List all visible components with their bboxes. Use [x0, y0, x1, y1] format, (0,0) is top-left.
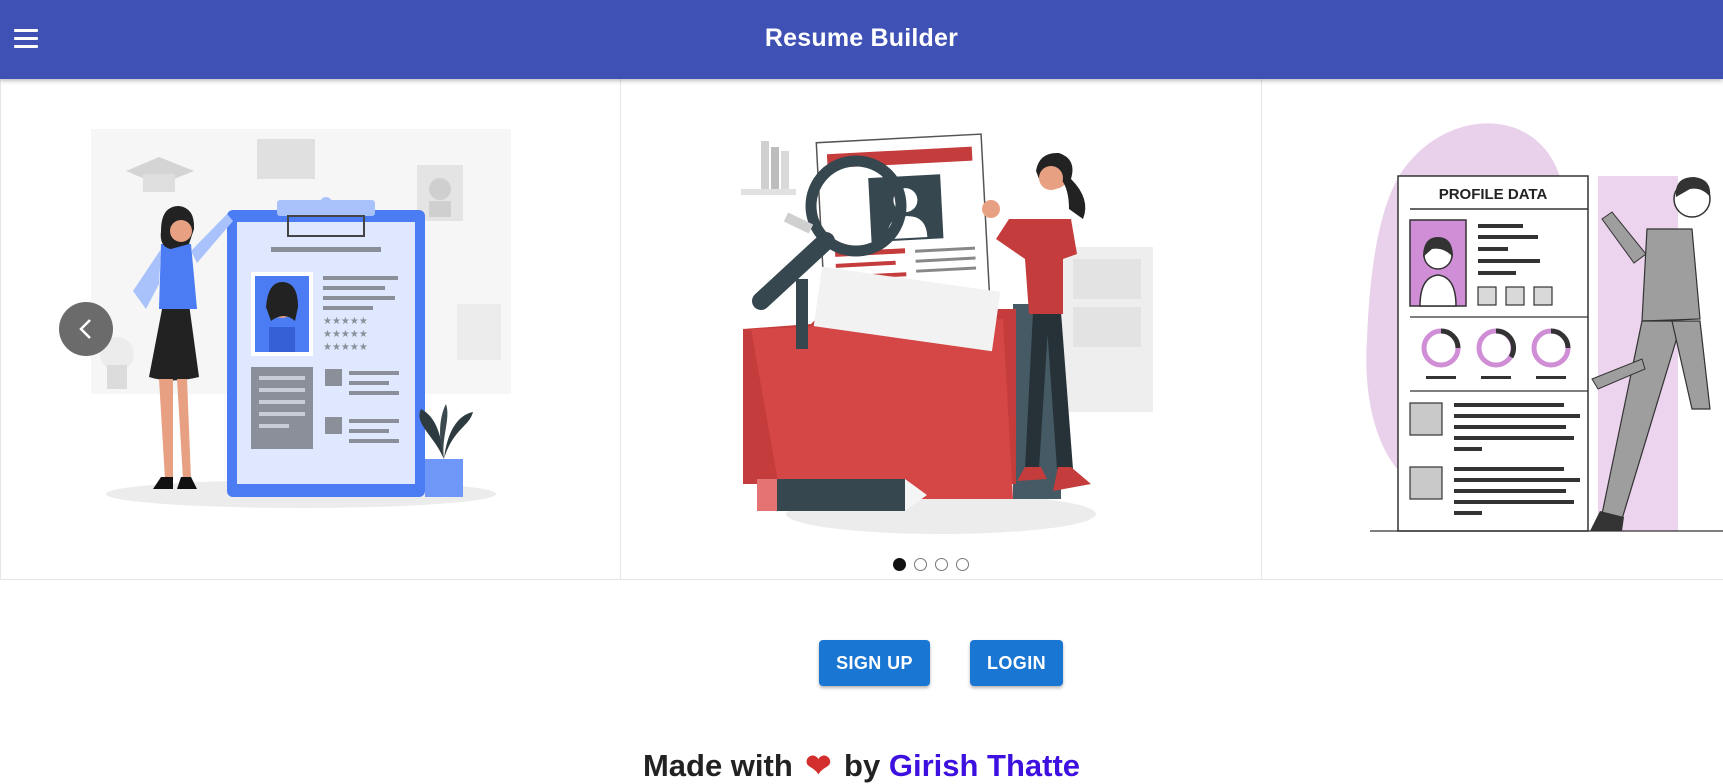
carousel-indicator-1[interactable] [893, 558, 906, 571]
carousel-indicator-4[interactable] [956, 558, 969, 571]
carousel-slide-2 [620, 79, 1262, 579]
svg-text:★★★★★: ★★★★★ [323, 342, 368, 353]
app-bar: Resume Builder [0, 0, 1723, 79]
login-button[interactable]: LOGIN [970, 640, 1063, 686]
carousel-indicator-2[interactable] [914, 558, 927, 571]
svg-text:★★★★★: ★★★★★ [323, 316, 368, 327]
footer-by: by [844, 748, 881, 783]
profile-data-illustration: PROFILE DATA [1366, 123, 1723, 532]
signup-button[interactable]: SIGN UP [819, 640, 930, 686]
author-link[interactable]: Girish Thatte [889, 748, 1080, 783]
app-title: Resume Builder [764, 24, 959, 52]
chevron-left-icon [79, 319, 91, 339]
footer-prefix: Made with [642, 748, 793, 783]
resume-search-illustration [741, 133, 1153, 534]
carousel-indicators [893, 558, 969, 571]
footer-credit: Made with ❤ by Girish Thatte [0, 748, 1723, 784]
carousel-indicator-3[interactable] [935, 558, 948, 571]
carousel-prev-button[interactable] [59, 302, 113, 356]
heart-icon: ❤ [805, 748, 832, 783]
profile-data-heading: PROFILE DATA [1439, 186, 1548, 203]
svg-text:★★★★★: ★★★★★ [323, 329, 368, 340]
carousel-slide-3: PROFILE DATA [1261, 79, 1723, 579]
image-carousel: ★★★★★ ★★★★★ ★★★★★ PROFILE DATA [0, 79, 1723, 580]
